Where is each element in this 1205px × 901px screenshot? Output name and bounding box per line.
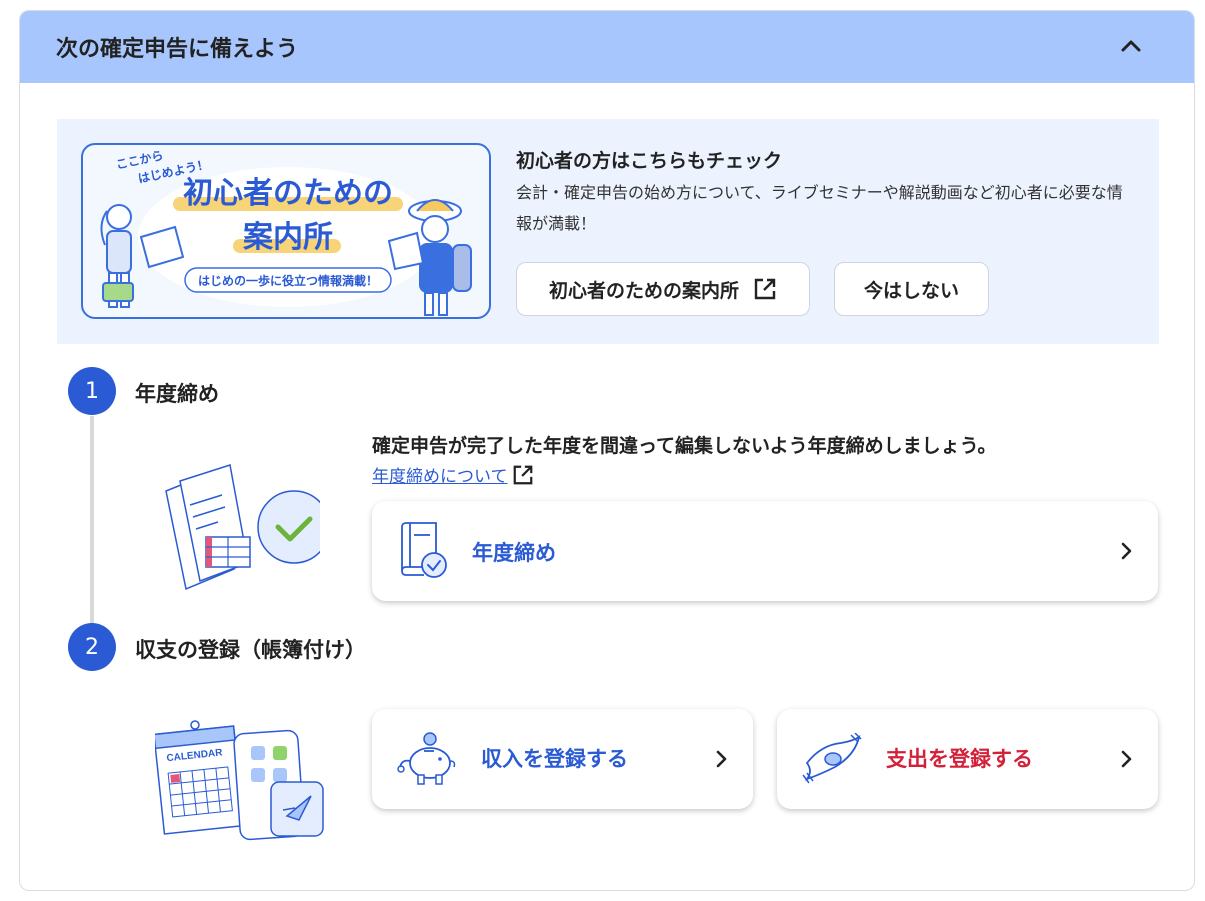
step-number-badge: 2 — [68, 623, 116, 671]
not-now-button[interactable]: 今はしない — [834, 262, 989, 316]
svg-text:案内所: 案内所 — [243, 220, 333, 254]
beginner-guide-button-label: 初心者のための案内所 — [548, 279, 739, 302]
banner-illustration: ここから はじめよう！ 初心者のための 案内所 はじめの一歩に役立つ情報満載！ — [100, 148, 472, 316]
promo-heading: 初心者の方はこちらもチェック — [516, 150, 783, 172]
beginner-guide-banner[interactable]: ここから はじめよう！ 初心者のための 案内所 はじめの一歩に役立つ情報満載！ — [81, 143, 491, 319]
beginner-guide-button[interactable]: 初心者のための案内所 — [516, 262, 810, 316]
external-link-icon — [754, 278, 776, 300]
prepare-tax-return-panel: 次の確定申告に備えよう ここから はじめよう！ 初心者のための 案内所 はじめの… — [19, 10, 1195, 891]
register-expense-card[interactable]: 支出を登録する — [777, 709, 1158, 809]
year-closing-illustration — [160, 461, 331, 595]
register-income-label: 収入を登録する — [481, 747, 628, 771]
closed-book-icon — [401, 522, 447, 578]
register-income-card[interactable]: 収入を登録する — [372, 709, 753, 809]
svg-text:初心者のための: 初心者のための — [183, 177, 393, 210]
panel-header[interactable]: 次の確定申告に備えよう — [20, 11, 1194, 83]
chevron-up-icon — [1121, 40, 1141, 52]
year-closing-card-label: 年度締め — [472, 541, 556, 565]
beginner-promo: ここから はじめよう！ 初心者のための 案内所 はじめの一歩に役立つ情報満載！ … — [57, 119, 1159, 344]
collapse-button[interactable] — [1116, 31, 1146, 61]
year-closing-card[interactable]: 年度締め — [372, 501, 1158, 601]
chevron-right-icon — [1121, 542, 1132, 560]
step-title: 年度締め — [135, 382, 219, 406]
svg-text:はじめの一歩に役立つ情報満載！: はじめの一歩に役立つ情報満載！ — [198, 273, 378, 288]
piggy-bank-icon — [397, 732, 456, 785]
external-link-icon — [513, 465, 532, 484]
chevron-right-icon — [1121, 750, 1132, 768]
chevron-right-icon — [716, 750, 727, 768]
register-expense-label: 支出を登録する — [886, 747, 1033, 771]
year-closing-description: 確定申告が完了した年度を間違って編集しないよう年度締めしましょう。 — [372, 435, 997, 457]
step-title: 収支の登録（帳簿付け） — [135, 638, 366, 662]
year-closing-help-link[interactable]: 年度締めについて — [372, 462, 534, 487]
step-connector-line — [90, 416, 94, 648]
promo-description: 会計・確定申告の始め方について、ライブセミナーや解説動画など初心者に必要な情報が… — [516, 183, 1123, 233]
flying-money-icon — [802, 733, 862, 784]
year-closing-help-link-label: 年度締めについて — [372, 467, 508, 487]
step-number-badge: 1 — [68, 367, 116, 415]
panel-title: 次の確定申告に備えよう — [56, 37, 299, 62]
not-now-button-label: 今はしない — [863, 279, 959, 302]
bookkeeping-illustration: CALENDAR — [153, 716, 330, 845]
